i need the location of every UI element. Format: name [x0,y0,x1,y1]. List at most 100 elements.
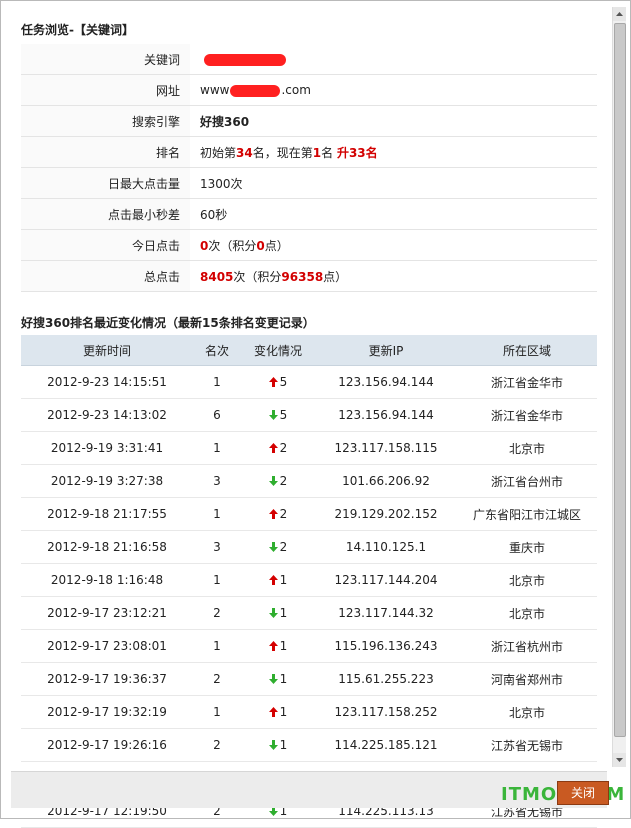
cell-time: 2012-9-23 14:13:02 [21,398,193,432]
max-clicks-value: 1300次 [190,167,597,199]
table-row: 2012-9-17 23:08:01 1 1 115.196.136.243 浙江省杭州… [21,629,597,663]
cell-ip: 123.117.144.204 [315,563,457,597]
triangle-up-icon [616,12,623,16]
cell-area: 江苏省无锡市 [457,728,597,762]
rank-log-title: 好搜360排名最近变化情况（最新15条排名变更记录） [21,316,315,330]
info-row-rank: 排名 初始第34名，现在第1名 升33名 [21,136,597,168]
cell-time: 2012-9-18 1:16:48 [21,563,193,597]
arrow-down-icon [268,674,278,684]
rank-initial: 34 [236,145,253,160]
dialog-window: 任务浏览-【关键词】 关键词 网址 www .com 搜索引擎 好搜360 排名 … [0,0,631,828]
cell-rank: 6 [193,398,241,432]
cell-change: 1 [241,629,315,663]
close-button[interactable]: 关闭 [557,781,609,805]
info-row-engine: 搜索引擎 好搜360 [21,105,597,137]
url-prefix: www [200,83,230,97]
cell-change: 5 [241,398,315,432]
change-amount: 1 [279,639,288,653]
cell-rank: 1 [193,365,241,399]
cell-change: 1 [241,563,315,597]
today-value: 0次（积分0点） [190,229,597,261]
col-change: 变化情况 [241,335,315,366]
cell-ip: 123.156.94.144 [315,398,457,432]
vertical-scrollbar[interactable] [612,7,626,767]
arrow-up-icon [268,377,278,387]
cell-area: 浙江省台州市 [457,464,597,498]
table-row: 2012-9-23 14:15:51 1 5 123.156.94.144 浙江省金华市 [21,365,597,399]
cell-area: 北京市 [457,431,597,465]
table-row: 2012-9-19 3:31:41 1 2 123.117.158.115 北京市 [21,431,597,465]
cell-ip: 14.110.125.1 [315,530,457,564]
max-clicks-label: 日最大点击量 [21,167,190,199]
table-row: 2012-9-23 14:13:02 6 5 123.156.94.144 浙江省金华市 [21,398,597,432]
cell-ip: 123.117.144.32 [315,596,457,630]
change-amount: 1 [279,738,288,752]
cell-rank: 2 [193,662,241,696]
cell-area: 广东省阳江市江城区 [457,497,597,531]
cell-change: 1 [241,728,315,762]
task-info-table: 关键词 网址 www .com 搜索引擎 好搜360 排名 初始第34名，现在第1… [21,44,597,292]
cell-change: 2 [241,464,315,498]
cell-rank: 3 [193,464,241,498]
rank-current: 1 [312,145,322,160]
rank-label: 排名 [21,136,190,168]
redacted-domain [230,84,281,97]
cell-rank: 1 [193,695,241,729]
scrollbar-thumb[interactable] [614,23,626,737]
change-amount: 2 [279,540,288,554]
table-row: 2012-9-18 1:16:48 1 1 123.117.144.204 北京市 [21,563,597,597]
cell-area: 北京市 [457,695,597,729]
arrow-up-icon [268,575,278,585]
cell-time: 2012-9-18 21:17:55 [21,497,193,531]
table-row: 2012-9-17 19:26:16 2 1 114.225.185.121 江苏省无锡… [21,728,597,762]
cell-ip: 115.61.255.223 [315,662,457,696]
cell-ip: 219.129.202.152 [315,497,457,531]
url-suffix: .com [281,83,311,97]
cell-time: 2012-9-17 19:36:37 [21,662,193,696]
change-amount: 5 [279,408,288,422]
engine-label: 搜索引擎 [21,105,190,137]
table-row: 2012-9-17 19:36:37 2 1 115.61.255.223 河南省郑州市 [21,662,597,696]
arrow-up-icon [268,443,278,453]
col-ip: 更新IP [315,335,457,366]
arrow-up-icon [268,509,278,519]
scroll-down-button[interactable] [613,753,626,767]
cell-change: 2 [241,530,315,564]
total-label: 总点击 [21,260,190,292]
arrow-down-icon [268,542,278,552]
rank-log-header: 更新时间 名次 变化情况 更新IP 所在区域 [21,335,597,366]
url-label: 网址 [21,74,190,106]
change-amount: 5 [279,375,288,389]
cell-area: 重庆市 [457,530,597,564]
table-row: 2012-9-18 21:16:58 3 2 14.110.125.1 重庆市 [21,530,597,564]
cell-area: 浙江省金华市 [457,365,597,399]
rank-change: 升33名 [336,145,378,160]
today-label: 今日点击 [21,229,190,261]
cell-area: 北京市 [457,563,597,597]
scroll-up-button[interactable] [613,7,626,21]
total-value: 8405次（积分96358点） [190,260,597,292]
cell-rank: 2 [193,596,241,630]
min-gap-label: 点击最小秒差 [21,198,190,230]
rank-log-body: 2012-9-23 14:15:51 1 5 123.156.94.144 浙江省金华市… [21,365,597,828]
cell-change: 1 [241,596,315,630]
arrow-down-icon [268,608,278,618]
cell-rank: 1 [193,497,241,531]
min-gap-value: 60秒 [190,198,597,230]
cell-time: 2012-9-17 23:12:21 [21,596,193,630]
info-row-total: 总点击 8405次（积分96358点） [21,260,597,292]
engine-value: 好搜360 [190,105,597,137]
change-amount: 1 [279,606,288,620]
cell-time: 2012-9-19 3:27:38 [21,464,193,498]
rank-log-table: 更新时间 名次 变化情况 更新IP 所在区域 2012-9-23 14:15:5… [21,335,597,828]
cell-rank: 3 [193,530,241,564]
cell-ip: 123.156.94.144 [315,365,457,399]
info-row-keyword: 关键词 [21,44,597,75]
cell-change: 2 [241,431,315,465]
cell-rank: 1 [193,563,241,597]
cell-rank: 1 [193,431,241,465]
info-row-url: 网址 www .com [21,74,597,106]
table-row: 2012-9-17 23:12:21 2 1 123.117.144.32 北京市 [21,596,597,630]
cell-area: 北京市 [457,596,597,630]
change-amount: 2 [279,507,288,521]
